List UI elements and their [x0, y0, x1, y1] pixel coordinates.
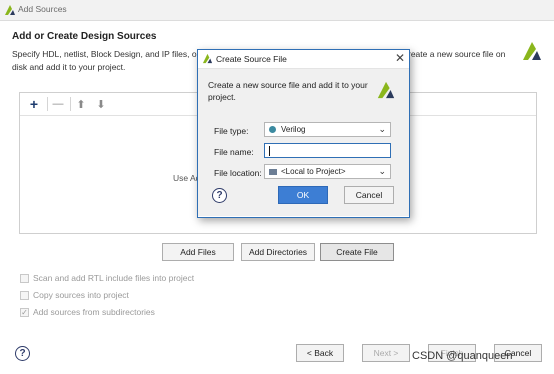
dialog-cancel-button[interactable]: Cancel	[344, 186, 394, 204]
dialog-description: Create a new source file and add it to y…	[208, 80, 368, 102]
add-icon[interactable]: +	[26, 96, 42, 112]
move-up-icon[interactable]: ⬆	[73, 96, 89, 112]
file-type-select[interactable]: Verilog ⌄	[264, 122, 391, 137]
add-files-button[interactable]: Add Files	[162, 243, 234, 261]
move-down-icon[interactable]: ⬇	[93, 96, 109, 112]
help-button[interactable]: ?	[212, 188, 227, 203]
file-type-label: File type:	[214, 126, 249, 136]
chevron-down-icon: ⌄	[378, 124, 386, 134]
checkbox[interactable]	[20, 273, 29, 283]
vivado-logo-icon	[377, 81, 395, 99]
chevron-down-icon: ⌄	[378, 166, 386, 176]
window-titlebar: Add Sources	[0, 0, 554, 21]
option-label: Scan and add RTL include files into proj…	[33, 273, 195, 283]
add-directories-button[interactable]: Add Directories	[241, 243, 315, 261]
watermark-text: CSDN @quanqueen	[412, 350, 513, 362]
ok-button[interactable]: OK	[278, 186, 328, 204]
file-location-select[interactable]: <Local to Project> ⌄	[264, 164, 391, 179]
dialog-body: Create a new source file and add it to y…	[198, 69, 409, 216]
file-name-label: File name:	[214, 147, 254, 157]
option-scan-rtl[interactable]: Scan and add RTL include files into proj…	[20, 272, 194, 284]
vivado-logo-icon	[5, 5, 15, 15]
next-button[interactable]: Next >	[362, 344, 410, 362]
back-button[interactable]: < Back	[296, 344, 344, 362]
toolbar-divider	[70, 97, 71, 111]
option-label: Add sources from subdirectories	[33, 307, 155, 317]
option-label: Copy sources into project	[33, 290, 129, 300]
dialog-title: Create Source File	[216, 54, 287, 64]
page-heading: Add or Create Design Sources	[12, 31, 157, 42]
window-title: Add Sources	[18, 4, 67, 14]
file-location-value: <Local to Project>	[281, 167, 346, 176]
toolbar-divider	[47, 97, 48, 111]
option-copy-sources[interactable]: Copy sources into project	[20, 289, 129, 301]
option-add-subdirectories[interactable]: ✓ Add sources from subdirectories	[20, 306, 155, 318]
file-name-input[interactable]	[264, 143, 391, 158]
text-cursor	[269, 145, 270, 156]
file-location-label: File location:	[214, 168, 262, 178]
checkbox-checked[interactable]: ✓	[20, 307, 29, 317]
checkbox[interactable]	[20, 290, 29, 300]
dialog-titlebar: Create Source File ✕	[198, 50, 409, 69]
page-description-line2: disk and add it to your project.	[12, 62, 126, 72]
help-button[interactable]: ?	[15, 346, 30, 361]
create-source-file-dialog: Create Source File ✕ Create a new source…	[197, 49, 410, 218]
folder-icon	[269, 168, 277, 175]
file-type-value: Verilog	[281, 125, 306, 134]
verilog-icon	[269, 126, 276, 133]
create-file-button[interactable]: Create File	[320, 243, 394, 261]
vivado-logo-icon	[202, 53, 213, 64]
vivado-logo-icon	[523, 42, 541, 60]
close-icon[interactable]: ✕	[393, 51, 407, 65]
remove-icon[interactable]: —	[50, 96, 66, 112]
